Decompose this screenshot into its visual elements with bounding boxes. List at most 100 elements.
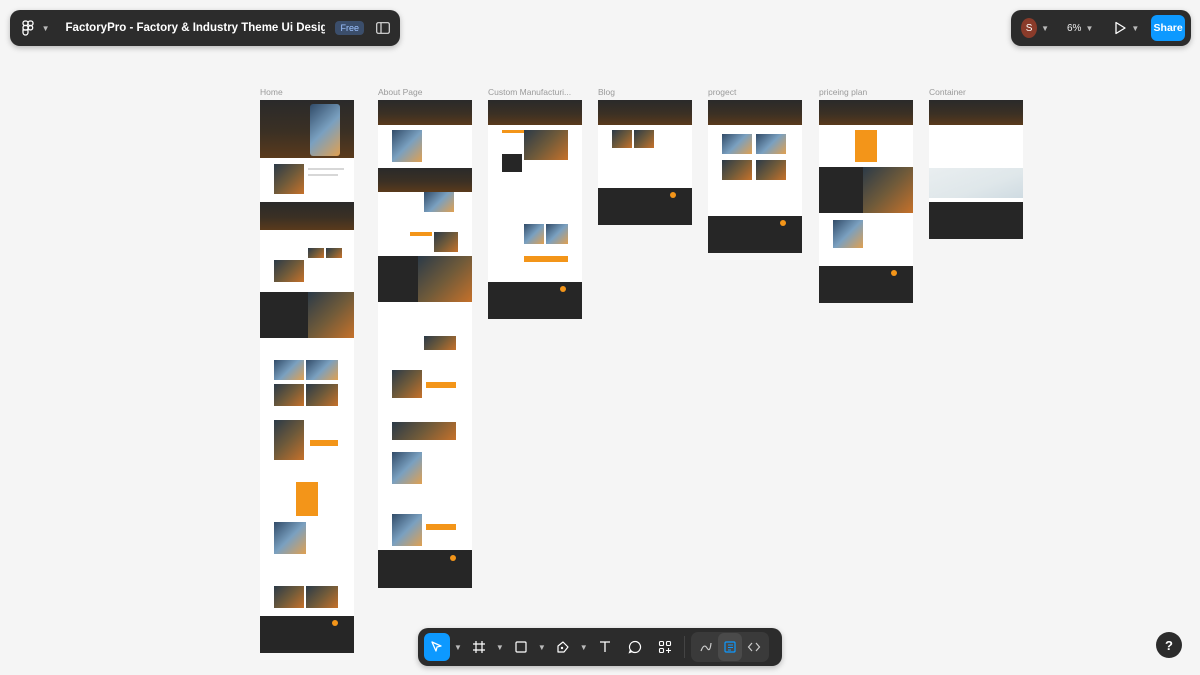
about-hero-section (378, 100, 472, 125)
blog-footer (598, 188, 692, 225)
zoom-level[interactable]: 6% (1067, 23, 1081, 34)
about-banner (378, 168, 472, 192)
file-toolbar: ▼ FactoryPro - Factory & Industry Theme … (10, 10, 400, 46)
pricing-highlight-card (855, 130, 877, 162)
frame-custom-manufacturing[interactable] (488, 100, 582, 319)
shape-tool-chevron-icon[interactable]: ▼ (538, 643, 546, 652)
frame-project[interactable] (708, 100, 802, 253)
blog-hero-section (598, 100, 692, 125)
blog-post-image (612, 130, 632, 148)
share-toolbar: S ▼ 6% ▼ ▼ Share (1011, 10, 1191, 46)
zoom-chevron-icon[interactable]: ▼ (1085, 24, 1093, 33)
toggle-sidebar-icon[interactable] (376, 21, 390, 35)
project-hero-section (708, 100, 802, 125)
custom-sidebar-box (502, 154, 522, 172)
mode-switcher (690, 632, 769, 662)
frame-label-pricing-plan[interactable]: priceing plan (819, 87, 867, 97)
present-play-icon[interactable] (1113, 21, 1127, 35)
custom-orange-button (524, 256, 568, 262)
about-team-image (392, 452, 422, 484)
move-tool-icon[interactable] (424, 633, 450, 661)
project-footer-dot (780, 220, 786, 226)
container-hero-section (929, 100, 1023, 125)
frame-home[interactable] (260, 100, 354, 653)
home-footer-dot (332, 620, 338, 626)
home-service-image (308, 248, 324, 258)
present-chevron-icon[interactable]: ▼ (1131, 24, 1139, 33)
frame-tool-chevron-icon[interactable]: ▼ (496, 643, 504, 652)
about-feature-image (434, 232, 458, 252)
frame-pricing-plan[interactable] (819, 100, 913, 303)
avatar-chevron-icon[interactable]: ▼ (1041, 24, 1049, 33)
home-about-text (308, 174, 338, 176)
file-title[interactable]: FactoryPro - Factory & Industry Theme Ui… (66, 22, 326, 34)
help-button[interactable]: ? (1156, 632, 1182, 658)
frame-about[interactable] (378, 100, 472, 588)
frame-label-custom-manufacturing[interactable]: Custom Manufacturi... (488, 87, 571, 97)
about-gallery-image (392, 422, 456, 440)
home-welding-image (308, 292, 354, 338)
pricing-footer-dot (891, 270, 897, 276)
draw-mode-icon[interactable] (694, 633, 718, 661)
frame-tool-icon[interactable] (466, 633, 492, 661)
custom-gallery-image (524, 224, 544, 244)
frame-label-home[interactable]: Home (260, 87, 283, 97)
home-project-image (306, 384, 338, 406)
about-contact-image (392, 514, 422, 546)
text-tool-icon[interactable] (592, 633, 618, 661)
main-menu-chevron-icon[interactable]: ▼ (42, 24, 50, 33)
blog-footer-dot (670, 192, 676, 198)
about-feature-image (424, 192, 454, 212)
home-blog-image (306, 586, 338, 608)
custom-gallery-image (546, 224, 568, 244)
custom-main-image (524, 130, 568, 160)
move-tool-chevron-icon[interactable]: ▼ (454, 643, 462, 652)
pricing-hero-section (819, 100, 913, 125)
pen-tool-icon[interactable] (550, 633, 576, 661)
figma-logo-icon[interactable] (20, 19, 36, 37)
blog-post-image (634, 130, 654, 148)
home-pricing-highlight (296, 482, 318, 516)
custom-footer (488, 282, 582, 319)
about-footer-dot (450, 555, 456, 561)
project-image (722, 134, 752, 154)
custom-hero-section (488, 100, 582, 125)
about-welding-image (418, 256, 472, 302)
container-map (929, 168, 1023, 198)
share-button[interactable]: Share (1151, 15, 1185, 41)
home-about-image (274, 164, 304, 194)
home-hero-worker-image (310, 104, 340, 156)
home-about-text (308, 168, 344, 170)
container-footer (929, 202, 1023, 239)
comment-tool-icon[interactable] (622, 633, 648, 661)
frame-label-blog[interactable]: Blog (598, 87, 615, 97)
dev-mode-icon[interactable] (742, 633, 766, 661)
frame-label-about[interactable]: About Page (378, 87, 422, 97)
actions-tool-icon[interactable] (652, 633, 678, 661)
custom-orange-tag (502, 130, 524, 133)
pen-tool-chevron-icon[interactable]: ▼ (580, 643, 588, 652)
frame-label-container[interactable]: Container (929, 87, 966, 97)
project-image (756, 160, 786, 180)
project-footer (708, 216, 802, 253)
home-project-image (306, 360, 338, 380)
bottom-toolbar: ▼ ▼ ▼ ▼ (418, 628, 782, 666)
about-service-image (424, 336, 456, 350)
home-blog-image (274, 586, 304, 608)
frame-container[interactable] (929, 100, 1023, 239)
about-orange-button (426, 524, 456, 530)
frame-blog[interactable] (598, 100, 692, 225)
user-avatar[interactable]: S (1021, 18, 1038, 38)
plan-badge: Free (335, 21, 364, 35)
about-footer (378, 550, 472, 588)
about-worker-image (392, 370, 422, 398)
design-mode-icon[interactable] (717, 633, 742, 661)
about-orange-button (426, 382, 456, 388)
home-project-image (274, 384, 304, 406)
project-image (722, 160, 752, 180)
pricing-team-image (833, 220, 863, 248)
home-service-image (274, 260, 304, 282)
frame-label-project[interactable]: progect (708, 87, 736, 97)
shape-tool-icon[interactable] (508, 633, 534, 661)
home-project-image (274, 360, 304, 380)
